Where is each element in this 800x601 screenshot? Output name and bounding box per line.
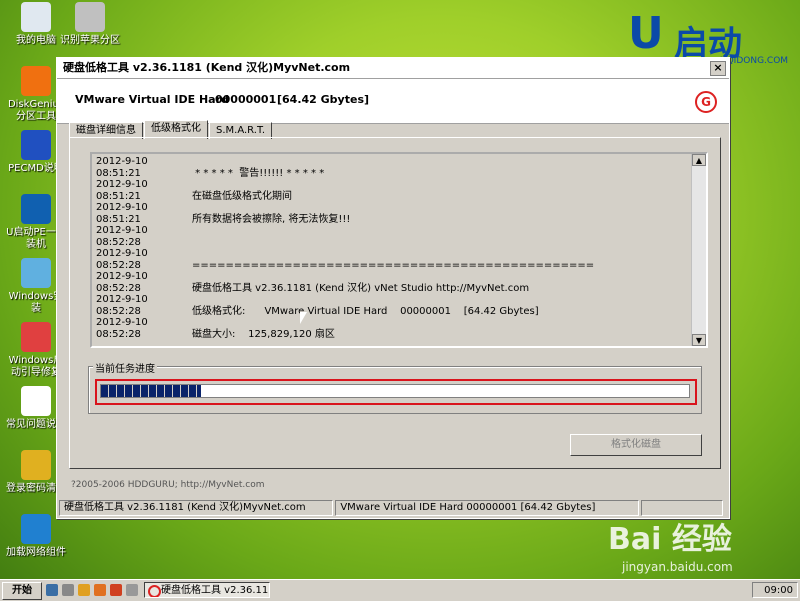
close-button[interactable]: ×	[710, 61, 726, 76]
desktop-icon-9[interactable]: 加载网络组件	[4, 514, 68, 559]
log-message: 硬盘低格工具 v2.36.1181 (Kend 汉化) vNet Studio …	[192, 282, 530, 294]
quicklaunch-tool-icon[interactable]	[62, 584, 74, 596]
device-name: VMware Virtual IDE Hard	[75, 93, 229, 106]
log-row: 2012-9-10 08:52:28 磁盘大小: 125,829,120 扇区	[96, 317, 704, 340]
brand-url: UQIDONG.COM	[720, 56, 789, 66]
status-app: 硬盘低格工具 v2.36.1181 (Kend 汉化)MyvNet.com	[59, 500, 334, 516]
taskbar-item-label: 硬盘低格工具 v2.36.11...	[161, 585, 270, 596]
log-message: ========================================…	[192, 259, 595, 271]
watermark-logo: Bai 经验	[608, 522, 732, 557]
log-message: 所有数据将会被擦除, 将无法恢复!!!	[192, 213, 351, 225]
log-row: 2012-9-10 08:52:28 低级格式化: VMware Virtual …	[96, 294, 704, 317]
log-timestamp: 2012-9-10 08:52:28	[96, 225, 148, 248]
log-row: 2012-9-10 08:52:28	[96, 225, 704, 248]
progress-highlight	[95, 379, 697, 405]
log-timestamp: 2012-9-10 08:52:28	[96, 317, 148, 340]
quicklaunch-pen-icon[interactable]	[126, 584, 138, 596]
tab-bar: 磁盘详细信息 低级格式化 S.M.A.R.T.	[69, 120, 273, 139]
brand-letter: U	[628, 8, 664, 59]
log-timestamp: 2012-9-10 08:51:21	[96, 179, 148, 202]
log-message: 低级格式化: VMware Virtual IDE Hard 00000001 …	[192, 305, 539, 317]
device-serial: 00000001	[215, 93, 277, 106]
log-timestamp: 2012-9-10 08:52:28	[96, 248, 148, 271]
log-row: 2012-9-10 08:51:21 在磁盘低级格式化期间	[96, 179, 704, 202]
progress-group: 当前任务进度	[88, 360, 702, 414]
windows-icon	[21, 258, 51, 288]
window-title: 硬盘低格工具 v2.36.1181 (Kend 汉化)MyvNet.com	[63, 61, 351, 74]
progress-bar	[100, 384, 690, 398]
status-device: VMware Virtual IDE Hard 00000001 [64.42 …	[335, 500, 640, 516]
diskgenius-icon	[21, 66, 51, 96]
quicklaunch-red-icon[interactable]	[110, 584, 122, 596]
log-view[interactable]: 2012-9-10 08:51:21 * * * * * 警告!!!!!! * …	[90, 152, 708, 348]
copyright-text: ?2005-2006 HDDGURU; http://MyvNet.com	[71, 480, 265, 490]
disk-icon	[75, 2, 105, 32]
log-timestamp: 2012-9-10 08:51:21	[96, 156, 148, 179]
log-timestamp: 2012-9-10 08:52:28	[96, 294, 148, 317]
log-message: 磁盘大小: 125,829,120 扇区	[192, 328, 335, 340]
log-timestamp: 2012-9-10 08:52:28	[96, 271, 148, 294]
log-scrollbar[interactable]: ▲ ▼	[691, 154, 706, 346]
taskbar: 开始 硬盘低格工具 v2.36.11... 09:00	[0, 579, 800, 601]
quicklaunch-app-icon[interactable]	[94, 584, 106, 596]
start-button[interactable]: 开始	[2, 582, 42, 600]
network-icon	[21, 514, 51, 544]
log-timestamp: 2012-9-10 08:51:21	[96, 202, 148, 225]
uqidong-icon	[21, 194, 51, 224]
log-row: 2012-9-10 08:51:21 * * * * * 警告!!!!!! * …	[96, 156, 704, 179]
log-row: 2012-9-10 08:51:21 所有数据将会被擦除, 将无法恢复!!!	[96, 202, 704, 225]
progress-fill	[101, 385, 201, 397]
lowlevel-format-window: 硬盘低格工具 v2.36.1181 (Kend 汉化)MyvNet.com × …	[56, 57, 730, 519]
desktop-icon-label: 加载网络组件	[6, 547, 66, 558]
log-message: 在磁盘低级格式化期间	[192, 190, 292, 202]
computer-icon	[21, 2, 51, 32]
scroll-down-icon[interactable]: ▼	[692, 334, 706, 346]
desktop-icon-label: 识别苹果分区	[60, 35, 120, 46]
desktop-icon-1[interactable]: 识别苹果分区	[58, 2, 122, 47]
window-titlebar[interactable]: 硬盘低格工具 v2.36.1181 (Kend 汉化)MyvNet.com ×	[57, 58, 729, 79]
help-icon	[21, 130, 51, 160]
toolbox-icon	[21, 322, 51, 352]
log-message: * * * * * 警告!!!!!! * * * * *	[192, 167, 325, 179]
format-disk-button[interactable]: 格式化磁盘	[570, 434, 702, 456]
device-size: [64.42 Gbytes]	[277, 93, 370, 106]
watermark-url: jingyan.baidu.com	[622, 560, 733, 574]
log-row: 2012-9-10 08:52:28 ======================…	[96, 248, 704, 271]
clock: 09:00	[764, 585, 793, 596]
progress-label: 当前任务进度	[93, 360, 157, 375]
system-tray[interactable]: 09:00	[752, 582, 798, 598]
mouse-cursor-icon	[300, 312, 307, 324]
device-header: VMware Virtual IDE Hard 00000001 [64.42 …	[57, 79, 729, 124]
scroll-up-icon[interactable]: ▲	[692, 154, 706, 166]
hddguru-task-icon	[148, 585, 161, 597]
format-panel: 2012-9-10 08:51:21 * * * * * 警告!!!!!! * …	[69, 137, 721, 469]
quicklaunch-desktop-icon[interactable]	[46, 584, 58, 596]
document-icon	[21, 386, 51, 416]
quicklaunch-folder-icon[interactable]	[78, 584, 90, 596]
hddguru-logo-icon: G	[695, 91, 717, 113]
taskbar-item-lowformat[interactable]: 硬盘低格工具 v2.36.11...	[144, 582, 270, 598]
log-row: 2012-9-10 08:52:28 硬盘低格工具 v2.36.1181 (Ken…	[96, 271, 704, 294]
key-icon	[21, 450, 51, 480]
